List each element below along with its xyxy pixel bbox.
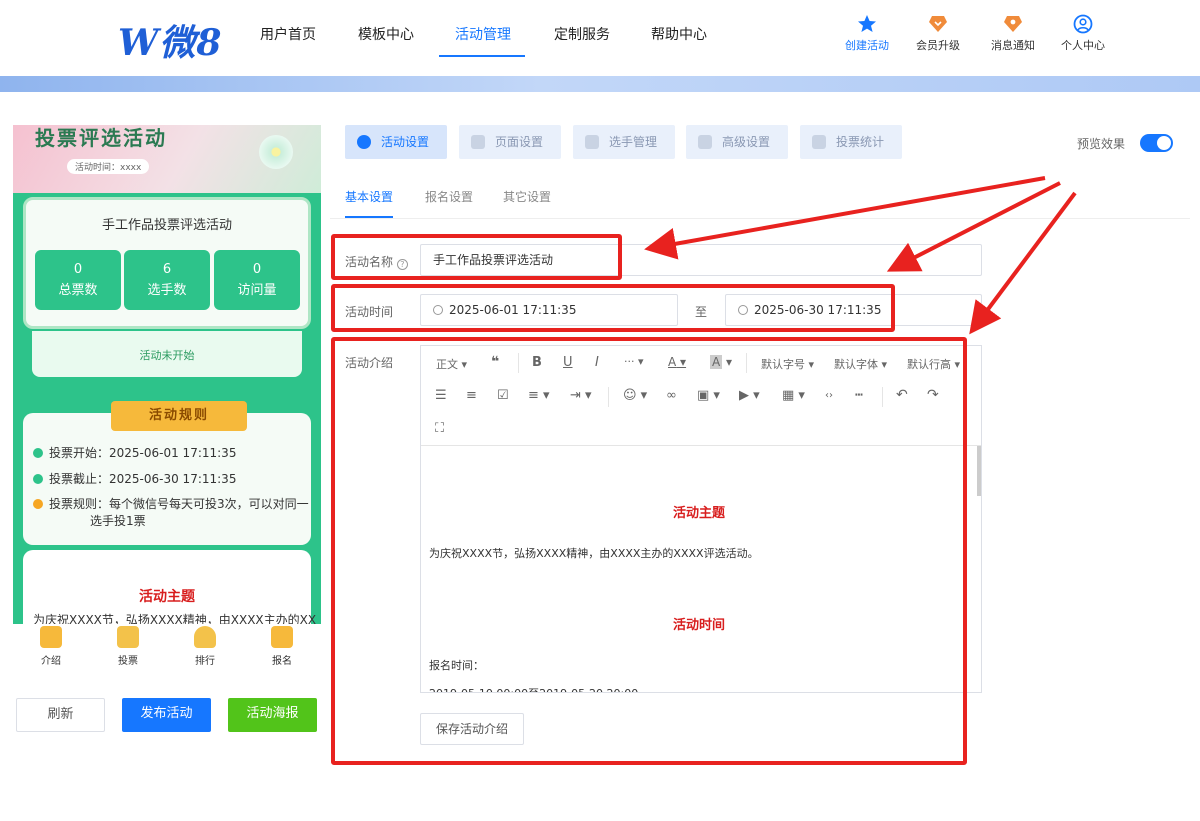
nav-help[interactable]: 帮助中心 [651,24,707,44]
vote-icon [117,626,139,648]
nav-templates[interactable]: 模板中心 [358,24,414,44]
rule-text: 投票截止：2025-06-30 17:11:35 [49,472,237,486]
rule-end: 投票截止：2025-06-30 17:11:35 [33,471,236,488]
top-header: W微8 用户首页 模板中心 活动管理 定制服务 帮助中心 创建活动 会员升级 消… [0,0,1200,76]
clock-icon [33,474,43,484]
publish-activity-button[interactable]: 发布活动 [122,698,211,732]
settings-icon [698,135,712,149]
chart-icon [812,135,826,149]
theme-card: 活动主题 为庆祝XXXX节，弘扬XXXX精神，由XXXX主办的XX [23,550,316,624]
vip-upgrade-action[interactable]: 会员升级 [908,14,968,53]
tab-advanced-settings[interactable]: 高级设置 [686,125,788,159]
preview-banner: 投票评选活动 活动时间：xxxx [13,125,321,193]
activity-status-notice: 活动未开始 [32,331,302,377]
message-notice-action[interactable]: 消息通知 [983,14,1043,53]
nav-active-underline [439,55,525,57]
heart-icon [357,135,371,149]
tab-label: 选手管理 [609,135,658,149]
activity-poster-button[interactable]: 活动海报 [228,698,317,732]
tab-label: 投票 [118,656,138,667]
flower-decoration-icon [259,135,293,169]
message-bell-icon [1004,16,1022,32]
subtab-other-settings[interactable]: 其它设置 [503,188,551,205]
rule-limit: 投票规则：每个微信号每天可投3次，可以对同一选手投1票 [33,496,309,530]
intro-icon [40,626,62,648]
tab-vote-statistics[interactable]: 投票统计 [800,125,902,159]
stats-card: 手工作品投票评选活动 0 总票数 6 选手数 0 访问量 [23,197,311,329]
vip-upgrade-label: 会员升级 [916,39,960,52]
stat-label: 总票数 [58,283,98,298]
message-notice-label: 消息通知 [991,39,1035,52]
tab-vote[interactable]: 投票 [108,626,148,667]
nav-home[interactable]: 用户首页 [260,24,316,44]
create-activity-action[interactable]: 创建活动 [837,14,897,53]
user-icon [585,135,599,149]
annotation-arrow [969,191,1077,335]
subtab-divider [330,218,1190,219]
stat-label: 访问量 [237,283,277,298]
site-logo[interactable]: W微8 [118,14,222,66]
user-profile-icon [1073,14,1093,34]
info-icon [33,499,43,509]
highlight-box-activity-intro [331,337,967,765]
rule-start: 投票开始：2025-06-01 17:11:35 [33,445,236,462]
tab-label: 页面设置 [495,135,544,149]
annotation-arrow [644,176,1046,260]
trophy-icon [194,626,216,648]
preview-time: 活动时间：xxxx [67,159,150,174]
subtab-signup-settings[interactable]: 报名设置 [425,188,473,205]
stat-value: 0 [73,262,83,277]
tab-label: 介绍 [41,656,61,667]
rule-text-continued: 选手投1票 [90,514,146,528]
stat-visits: 0 访问量 [214,250,300,310]
highlight-box-activity-time [331,284,895,332]
rule-text: 投票开始：2025-06-01 17:11:35 [49,446,237,460]
create-activity-label: 创建活动 [845,39,889,52]
highlight-box-activity-name [331,234,622,280]
preview-effect-label: 预览效果 [1077,137,1126,151]
create-star-icon [858,15,876,32]
stat-value: 6 [162,262,172,277]
tab-label: 投票统计 [836,135,885,149]
tab-page-settings[interactable]: 页面设置 [459,125,561,159]
theme-title: 活动主题 [139,589,195,605]
mobile-preview: 投票评选活动 活动时间：xxxx 手工作品投票评选活动 0 总票数 6 选手数 … [13,125,321,624]
clock-icon [33,448,43,458]
tab-label: 高级设置 [722,135,771,149]
personal-center-action[interactable]: 个人中心 [1053,14,1113,53]
stat-total-votes: 0 总票数 [35,250,121,310]
personal-center-label: 个人中心 [1061,39,1105,52]
nav-activity-management[interactable]: 活动管理 [455,24,511,44]
tab-label: 活动设置 [381,135,430,149]
signup-icon [271,626,293,648]
nav-custom-service[interactable]: 定制服务 [554,24,610,44]
vip-upgrade-icon [929,16,947,32]
rules-card: 活动规则 投票开始：2025-06-01 17:11:35 投票截止：2025-… [23,401,311,545]
stat-label: 选手数 [147,283,187,298]
tab-ranking[interactable]: 排行 [185,626,225,667]
rules-title: 活动规则 [111,401,247,431]
subtab-basic-settings[interactable]: 基本设置 [345,188,393,205]
preview-effect-toggle[interactable] [1140,134,1173,152]
tab-label: 报名 [272,656,292,667]
tab-contestant-management[interactable]: 选手管理 [573,125,675,159]
theme-text: 为庆祝XXXX节，弘扬XXXX精神，由XXXX主办的XX [33,613,317,624]
tab-activity-settings[interactable]: 活动设置 [345,125,447,159]
editor-scrollbar[interactable] [977,446,981,496]
stat-value: 0 [252,262,262,277]
rule-text: 投票规则：每个微信号每天可投3次，可以对同一 [49,497,309,511]
preview-activity-name: 手工作品投票评选活动 [101,218,232,233]
page-icon [471,135,485,149]
tab-signup[interactable]: 报名 [262,626,302,667]
tab-label: 排行 [195,656,215,667]
preview-title: 投票评选活动 [35,126,167,150]
stat-contestants: 6 选手数 [124,250,210,310]
tab-intro[interactable]: 介绍 [31,626,71,667]
header-banner [0,76,1200,92]
refresh-button[interactable]: 刷新 [16,698,105,732]
